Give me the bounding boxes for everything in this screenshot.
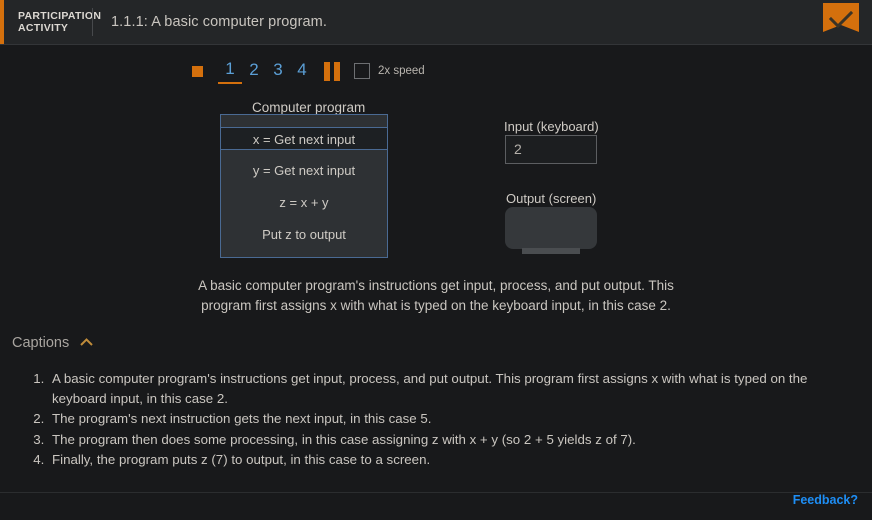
explanation-text: A basic computer program's instructions … [198, 278, 674, 313]
program-line-4: Put z to output [262, 227, 346, 242]
check-banner-icon [823, 3, 859, 39]
pause-icon[interactable] [324, 61, 340, 81]
step-button-2[interactable]: 2 [242, 60, 266, 83]
captions-title: Captions [12, 335, 70, 351]
step-button-3[interactable]: 3 [266, 60, 290, 83]
caption-item: The program's next instruction gets the … [48, 409, 848, 429]
square-marker-icon [192, 65, 203, 77]
header-accent-bar [0, 0, 4, 44]
program-box: x = Get next input y = Get next input z … [220, 114, 388, 258]
chevron-up-icon [79, 334, 94, 352]
pause-bar-right [334, 61, 340, 81]
input-value-box: 2 [505, 135, 597, 164]
output-screen-stand [522, 248, 580, 254]
pause-bar-left [324, 61, 330, 81]
caption-item: The program then does some processing, i… [48, 430, 848, 450]
input-label: Input (keyboard) [504, 119, 599, 134]
animation-step-controls: 1 2 3 4 2x speed [0, 54, 872, 88]
output-label: Output (screen) [506, 191, 597, 206]
caption-item: A basic computer program's instructions … [48, 369, 848, 408]
caption-item: Finally, the program puts z (7) to outpu… [48, 450, 848, 470]
participation-activity-badge: PARTICIPATION ACTIVITY [18, 9, 102, 35]
captions-list: A basic computer program's instructions … [0, 369, 872, 470]
program-line-1: x = Get next input [221, 127, 387, 150]
header-divider [92, 8, 93, 36]
program-line-3: z = x + y [279, 195, 329, 210]
feedback-link[interactable]: Feedback? [793, 493, 858, 507]
step-button-4[interactable]: 4 [290, 60, 314, 83]
activity-header: PARTICIPATION ACTIVITY 1.1.1: A basic co… [0, 0, 872, 45]
animation-stage: Computer program x = Get next input y = … [0, 88, 872, 278]
speed-checkbox[interactable] [354, 63, 370, 79]
program-title: Computer program [252, 100, 366, 115]
speed-label: 2x speed [378, 65, 425, 77]
program-line-2: y = Get next input [252, 163, 356, 178]
output-screen [505, 207, 597, 249]
page-title: 1.1.1: A basic computer program. [111, 14, 327, 30]
footer-bar: Feedback? [0, 492, 872, 520]
captions-toggle[interactable]: Captions [0, 334, 100, 352]
step-button-1[interactable]: 1 [218, 59, 242, 84]
